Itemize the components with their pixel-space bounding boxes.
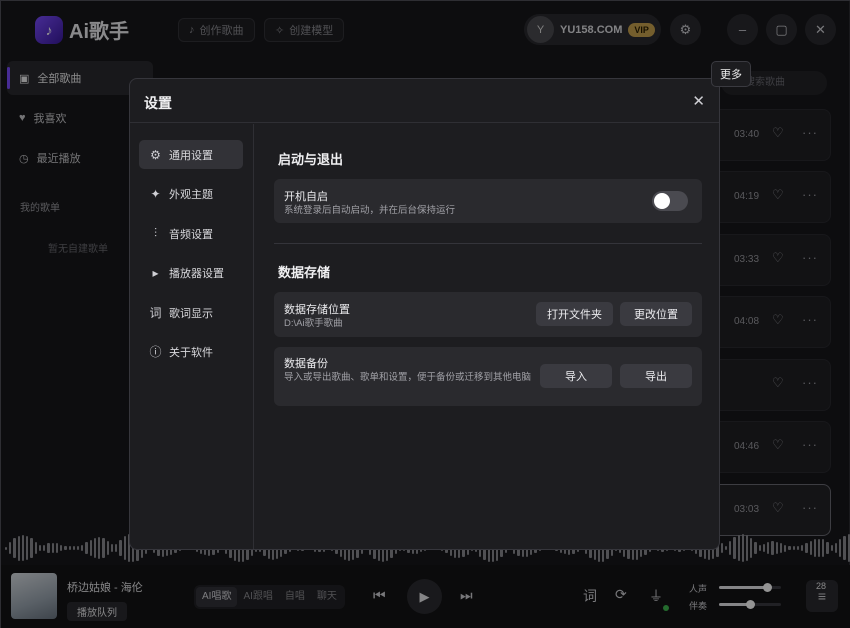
waveform-icon: ⫶ [153, 226, 157, 240]
nav-audio[interactable]: ⫶ 音频设置 [139, 219, 243, 248]
nav-label: 播放器设置 [169, 267, 224, 280]
lyrics-icon: 词 [149, 306, 162, 320]
info-icon: ⓘ [149, 345, 162, 359]
settings-dialog: 设置 ✕ ⚙ 通用设置 ✦ 外观主题 ⫶ 音频设置 ▸ 播放器设置 词 歌词显示 [129, 78, 720, 550]
backup-desc: 导入或导出歌曲、歌单和设置，便于备份或迁移到其他电脑 [284, 372, 532, 383]
close-icon: ✕ [692, 93, 705, 110]
nav-label: 关于软件 [169, 346, 213, 359]
nav-label: 音频设置 [169, 228, 213, 241]
export-button[interactable]: 导出 [620, 364, 692, 388]
storage-location-title: 数据存储位置 [284, 304, 350, 316]
backup-card: 数据备份 导入或导出歌曲、歌单和设置，便于备份或迁移到其他电脑 导入 导出 [274, 347, 702, 406]
change-location-button[interactable]: 更改位置 [620, 302, 692, 326]
sparkle-icon: ✦ [150, 186, 161, 201]
storage-location-card: 数据存储位置 D:\Ai歌手歌曲 打开文件夹 更改位置 [274, 292, 702, 337]
nav-player[interactable]: ▸ 播放器设置 [139, 258, 243, 287]
autostart-title: 开机自启 [284, 191, 328, 203]
nav-label: 外观主题 [169, 188, 213, 201]
section-title-startup: 启动与退出 [278, 152, 344, 167]
dialog-header: 设置 ✕ [130, 79, 719, 123]
nav-label: 通用设置 [169, 149, 213, 162]
backup-title: 数据备份 [284, 358, 328, 370]
autostart-toggle[interactable] [652, 191, 688, 211]
nav-lyrics[interactable]: 词 歌词显示 [139, 298, 243, 327]
play-icon: ▸ [152, 265, 159, 280]
nav-label: 歌词显示 [169, 307, 213, 320]
nav-about[interactable]: ⓘ 关于软件 [139, 337, 243, 366]
divider [274, 243, 702, 244]
app-window: ♪ Ai歌手 ♪ 创作歌曲 ✧ 创建模型 Y YU158.COM VIP ⚙ –… [0, 0, 850, 628]
more-tooltip: 更多 [711, 61, 751, 87]
autostart-desc: 系统登录后自动启动，并在后台保持运行 [284, 205, 456, 216]
autostart-card: 开机自启 系统登录后自动启动，并在后台保持运行 [274, 179, 702, 223]
dialog-title: 设置 [144, 95, 172, 111]
gear-icon: ⚙ [150, 147, 161, 162]
close-dialog-button[interactable]: ✕ [692, 92, 705, 110]
storage-location-path: D:\Ai歌手歌曲 [284, 318, 343, 329]
section-title-storage: 数据存储 [278, 265, 331, 280]
import-button[interactable]: 导入 [540, 364, 612, 388]
settings-nav: ⚙ 通用设置 ✦ 外观主题 ⫶ 音频设置 ▸ 播放器设置 词 歌词显示 ⓘ 关于… [130, 124, 254, 549]
nav-appearance[interactable]: ✦ 外观主题 [139, 179, 243, 208]
open-folder-button[interactable]: 打开文件夹 [536, 302, 613, 326]
toggle-knob [654, 193, 670, 209]
nav-general-settings[interactable]: ⚙ 通用设置 [139, 140, 243, 169]
